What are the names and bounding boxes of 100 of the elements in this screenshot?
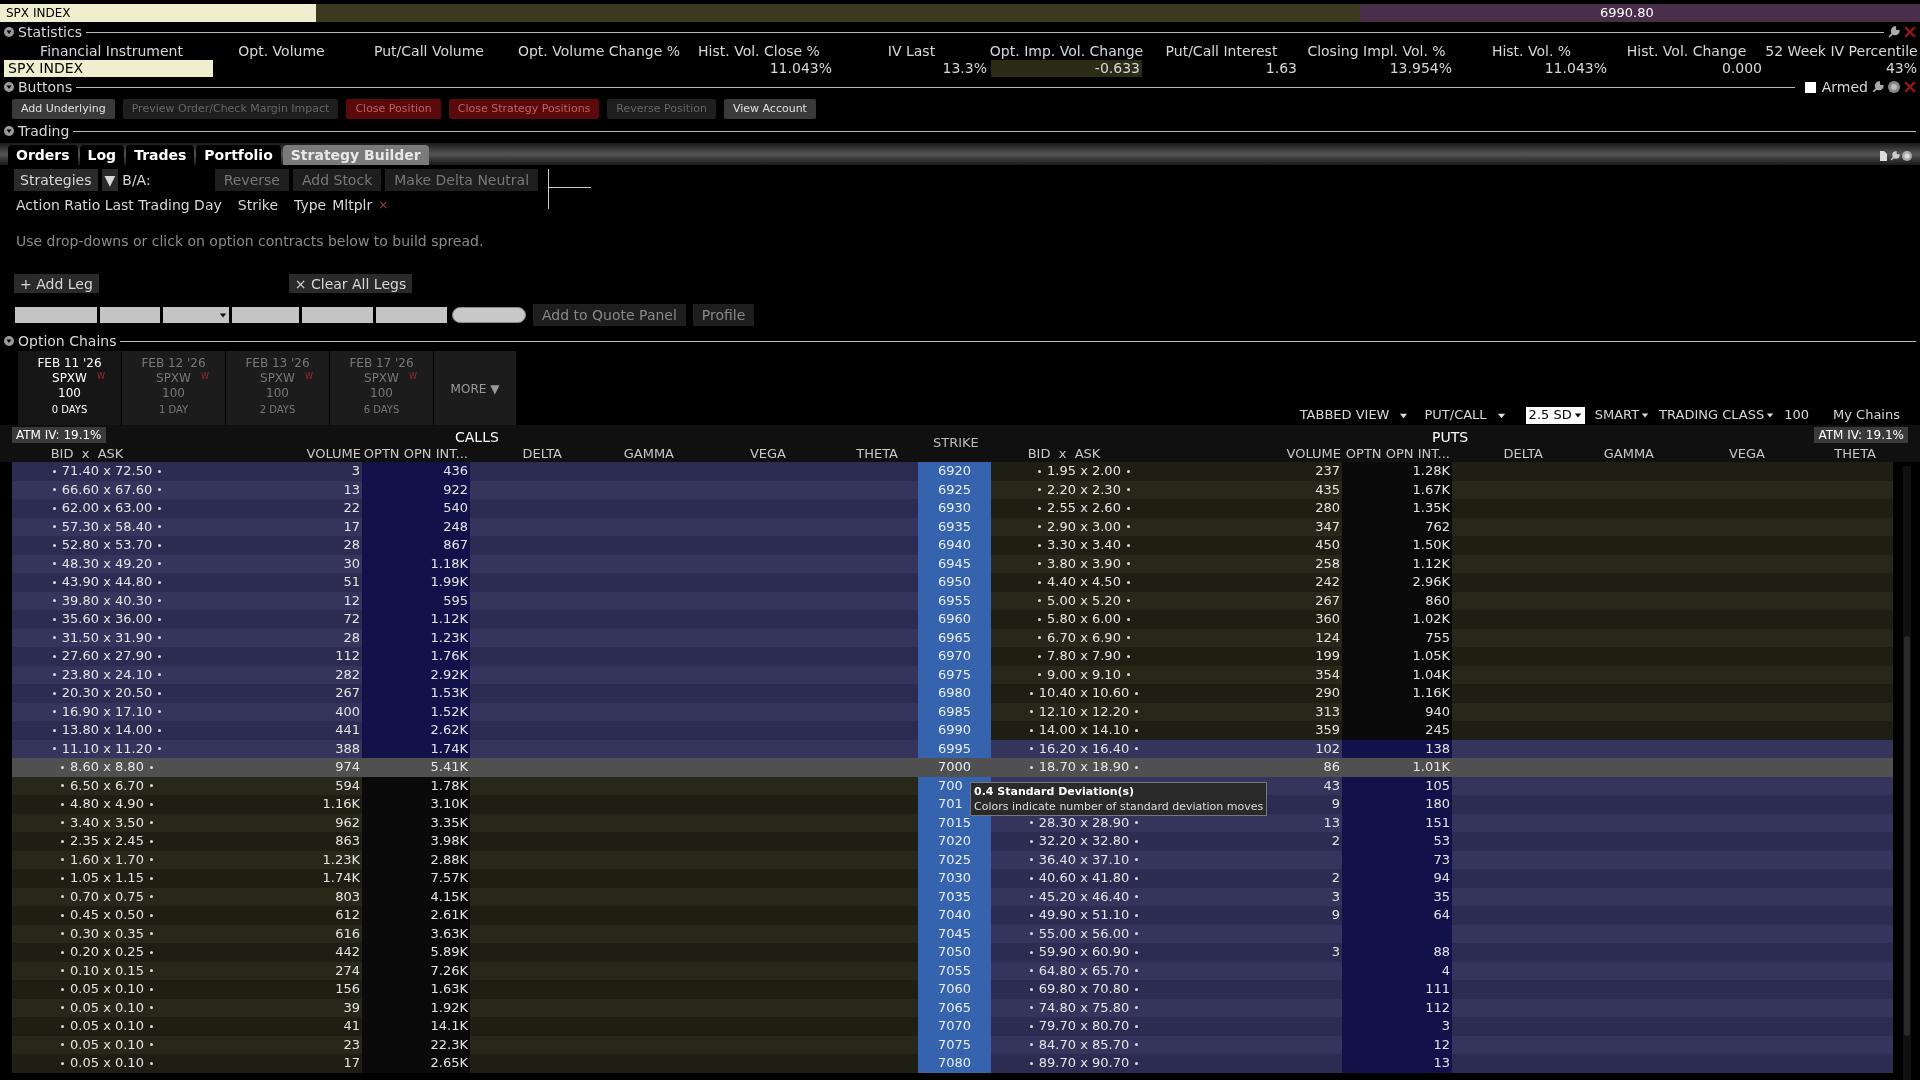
calls-row[interactable]: 0.05 x 0.10 17 2.65K xyxy=(12,1054,918,1073)
expiry-tab[interactable]: FEB 11 '26 SPXW W 100 0 DAYS xyxy=(18,351,121,427)
instrument-cell[interactable]: SPX INDEX xyxy=(4,60,213,77)
input-field[interactable] xyxy=(100,307,160,323)
strategy-action-button[interactable]: Add Stock xyxy=(292,169,382,191)
exchange-dropdown[interactable]: SMART xyxy=(1594,405,1640,425)
strike-cell[interactable]: 6970 xyxy=(918,647,991,666)
expiry-tab[interactable]: FEB 12 '26 SPXW W 100 1 DAY xyxy=(122,351,225,427)
strike-cell[interactable]: 6990 xyxy=(918,721,991,740)
dropdown-caret-icon[interactable] xyxy=(1766,411,1775,419)
bid-ask-cell[interactable]: 5.00 x 5.20 xyxy=(1047,591,1121,610)
bid-ask-cell[interactable]: 31.50 x 31.90 xyxy=(61,628,153,647)
bid-ask-cell[interactable]: 0.05 x 0.10 xyxy=(70,1054,144,1073)
bid-ask-cell[interactable]: 2.55 x 2.60 xyxy=(1047,499,1121,518)
strike-cell[interactable]: 7060 xyxy=(918,980,991,999)
bid-ask-cell[interactable]: 45.20 x 46.40 xyxy=(1038,887,1130,906)
bid-ask-cell[interactable]: 14.00 x 14.10 xyxy=(1038,721,1130,740)
bid-ask-cell[interactable]: 89.70 x 90.70 xyxy=(1038,1054,1130,1073)
more-button[interactable]: MORE ▼ xyxy=(450,380,500,398)
bid-ask-cell[interactable]: 7.80 x 7.90 xyxy=(1047,647,1121,666)
strike-cell[interactable]: 6960 xyxy=(918,610,991,629)
strike-cell[interactable]: 6930 xyxy=(918,499,991,518)
bid-ask-cell[interactable]: 10.40 x 10.60 xyxy=(1038,684,1130,703)
calls-row[interactable]: 62.00 x 63.00 22 540 xyxy=(12,499,918,518)
bid-ask-cell[interactable]: 0.05 x 0.10 xyxy=(70,1017,144,1036)
calls-row[interactable]: 0.45 x 0.50 612 2.61K xyxy=(12,906,918,925)
clear-legs-button[interactable]: × Clear All Legs xyxy=(288,273,413,293)
calls-row[interactable]: 27.60 x 27.90 112 1.76K xyxy=(12,647,918,666)
tab[interactable]: Strategy Builder xyxy=(282,145,429,165)
puts-row[interactable]: 49.90 x 51.10 9 64 xyxy=(991,906,1893,925)
action-button[interactable]: Add to Quote Panel xyxy=(533,304,686,326)
bid-ask-cell[interactable]: 62.00 x 63.00 xyxy=(61,499,153,518)
bid-ask-cell[interactable]: 0.10 x 0.15 xyxy=(70,961,144,980)
strategy-action-button[interactable]: Make Delta Neutral xyxy=(385,169,539,191)
puts-row[interactable]: 89.70 x 90.70 13 xyxy=(991,1054,1893,1073)
bid-ask-cell[interactable]: 2.90 x 3.00 xyxy=(1047,517,1121,536)
puts-row[interactable]: 2.55 x 2.60 280 1.35K xyxy=(991,499,1893,518)
instrument-cell[interactable]: SPX INDEX xyxy=(0,4,316,22)
strike-cell[interactable]: 7080 xyxy=(918,1054,991,1073)
bid-ask-cell[interactable]: 4.40 x 4.50 xyxy=(1047,573,1121,592)
bid-ask-cell[interactable]: 12.10 x 12.20 xyxy=(1038,702,1130,721)
expiry-tab[interactable]: FEB 13 '26 SPXW W 100 2 DAYS xyxy=(226,351,329,427)
bid-ask-cell[interactable]: 3.40 x 3.50 xyxy=(70,813,144,832)
dropdown-caret-icon[interactable] xyxy=(1641,411,1650,419)
puts-row[interactable]: 1.95 x 2.00 237 1.28K xyxy=(991,462,1893,481)
action-button[interactable]: Add Underlying xyxy=(12,99,115,119)
puts-row[interactable]: 7.80 x 7.90 199 1.05K xyxy=(991,647,1893,666)
calls-row[interactable]: 20.30 x 20.50 267 1.53K xyxy=(12,684,918,703)
puts-row[interactable]: 4.40 x 4.50 242 2.96K xyxy=(991,573,1893,592)
bid-ask-cell[interactable]: 28.30 x 28.90 xyxy=(1038,813,1130,832)
scrollbar-thumb[interactable] xyxy=(1904,636,1910,1036)
my-chains-link[interactable]: My Chains xyxy=(1833,405,1900,425)
bid-ask-cell[interactable]: 3.30 x 3.40 xyxy=(1047,536,1121,555)
strike-cell[interactable]: 7040 xyxy=(918,906,991,925)
collapse-icon[interactable] xyxy=(4,126,14,136)
bid-ask-cell[interactable]: 1.95 x 2.00 xyxy=(1047,462,1121,481)
strike-cell[interactable]: 7030 xyxy=(918,869,991,888)
bid-ask-cell[interactable]: 59.90 x 60.90 xyxy=(1038,943,1130,962)
dropdown-field[interactable] xyxy=(163,307,229,323)
strategies-dropdown[interactable]: Strategies xyxy=(14,169,98,191)
bid-ask-cell[interactable]: 48.30 x 49.20 xyxy=(61,554,153,573)
bid-ask-cell[interactable]: 69.80 x 70.80 xyxy=(1038,980,1130,999)
bid-ask-cell[interactable]: 66.60 x 67.60 xyxy=(61,480,153,499)
bid-ask-cell[interactable]: 79.70 x 80.70 xyxy=(1038,1017,1130,1036)
bid-ask-cell[interactable]: 0.05 x 0.10 xyxy=(70,1035,144,1054)
bid-ask-cell[interactable]: 3.80 x 3.90 xyxy=(1047,554,1121,573)
collapse-icon[interactable] xyxy=(4,82,14,92)
bid-ask-cell[interactable]: 11.10 x 11.20 xyxy=(61,739,153,758)
bid-ask-cell[interactable]: 16.90 x 17.10 xyxy=(61,702,153,721)
calls-row[interactable]: 35.60 x 36.00 72 1.12K xyxy=(12,610,918,629)
layout-dropdown[interactable]: PUT/CALL xyxy=(1424,405,1487,425)
bid-ask-cell[interactable]: 4.80 x 4.90 xyxy=(70,795,144,814)
bid-ask-cell[interactable]: 0.70 x 0.75 xyxy=(70,887,144,906)
collapse-icon[interactable] xyxy=(4,336,14,346)
input-field[interactable] xyxy=(15,307,97,323)
puts-row[interactable]: 79.70 x 80.70 3 xyxy=(991,1017,1893,1036)
action-button[interactable]: Profile xyxy=(692,304,755,326)
dropdown-caret-icon[interactable] xyxy=(1573,411,1582,419)
bid-ask-cell[interactable]: 13.80 x 14.00 xyxy=(61,721,153,740)
calls-row[interactable]: 4.80 x 4.90 1.16K 3.10K xyxy=(12,795,918,814)
toggle-button[interactable] xyxy=(452,307,526,323)
puts-row[interactable]: 40.60 x 41.80 2 94 xyxy=(991,869,1893,888)
strike-cell[interactable]: 7020 xyxy=(918,832,991,851)
wrench-icon[interactable] xyxy=(1888,26,1900,38)
bid-ask-cell[interactable]: 20.30 x 20.50 xyxy=(61,684,153,703)
bid-ask-cell[interactable]: 1.05 x 1.15 xyxy=(70,869,144,888)
bid-ask-cell[interactable]: 52.80 x 53.70 xyxy=(61,536,153,555)
strategy-action-button[interactable]: Reverse xyxy=(214,169,289,191)
tab[interactable]: Trades xyxy=(126,145,195,165)
strike-cell[interactable]: 7000 xyxy=(918,758,991,777)
bid-ask-cell[interactable]: 40.60 x 41.80 xyxy=(1038,869,1130,888)
bid-ask-cell[interactable]: 27.60 x 27.90 xyxy=(61,647,153,666)
bid-ask-cell[interactable]: 8.60 x 8.80 xyxy=(70,758,144,777)
help-icon[interactable] xyxy=(1888,81,1900,93)
bid-ask-cell[interactable]: 18.70 x 18.90 xyxy=(1038,758,1130,777)
bid-ask-cell[interactable]: 84.70 x 85.70 xyxy=(1038,1035,1130,1054)
bid-ask-cell[interactable]: 0.30 x 0.35 xyxy=(70,924,144,943)
bid-ask-cell[interactable]: 49.90 x 51.10 xyxy=(1038,906,1130,925)
puts-row[interactable]: 18.70 x 18.90 86 1.01K xyxy=(991,758,1893,777)
scrollbar[interactable] xyxy=(1903,466,1911,1080)
